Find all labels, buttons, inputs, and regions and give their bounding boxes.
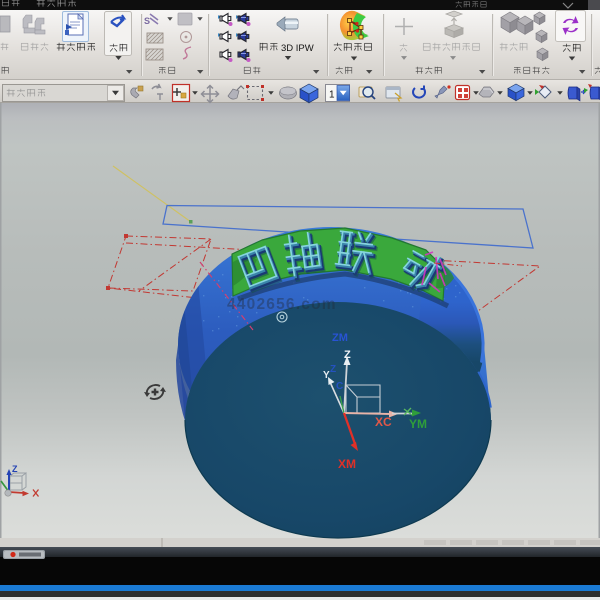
svg-text:ZM: ZM — [332, 332, 348, 344]
svg-text:XC: XC — [375, 415, 392, 429]
svg-text:Z: Z — [330, 364, 336, 375]
svg-text:YM: YM — [409, 417, 427, 431]
svg-text:3D IPW: 3D IPW — [281, 43, 314, 54]
svg-text:Y: Y — [323, 370, 330, 381]
svg-text:C: C — [336, 381, 343, 392]
svg-text:1: 1 — [329, 90, 335, 101]
svg-text:4402656.com: 4402656.com — [227, 296, 337, 313]
svg-text:Z: Z — [344, 349, 351, 361]
svg-text:S: S — [144, 16, 150, 26]
svg-text:XM: XM — [338, 457, 356, 471]
svg-text:Z: Z — [12, 464, 18, 474]
